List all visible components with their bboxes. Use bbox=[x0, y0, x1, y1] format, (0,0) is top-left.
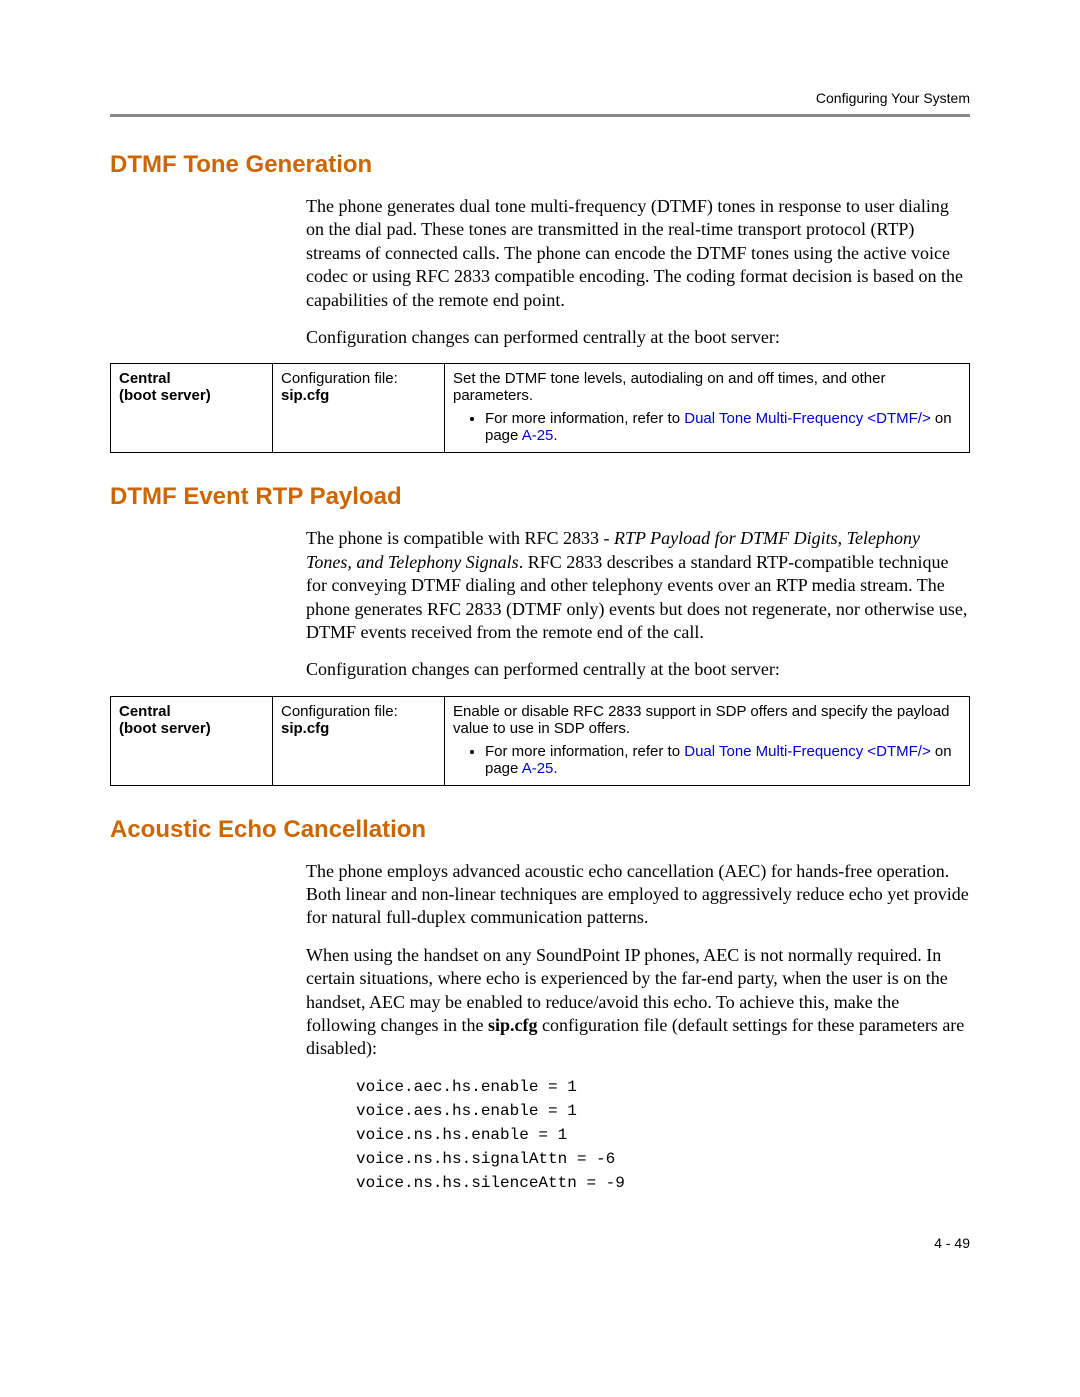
text: The phone is compatible with RFC 2833 - bbox=[306, 528, 614, 548]
label: Central bbox=[119, 703, 171, 720]
list-item: For more information, refer to Dual Tone… bbox=[485, 743, 961, 777]
label: Configuration file: bbox=[281, 370, 398, 387]
label: (boot server) bbox=[119, 720, 211, 737]
paragraph: The phone employs advanced acoustic echo… bbox=[306, 860, 970, 930]
text: . bbox=[553, 760, 557, 777]
cell-desc: Enable or disable RFC 2833 support in SD… bbox=[445, 696, 970, 785]
label: sip.cfg bbox=[281, 387, 329, 404]
paragraph: Configuration changes can performed cent… bbox=[306, 658, 970, 681]
body-aec: The phone employs advanced acoustic echo… bbox=[306, 860, 970, 1195]
paragraph: Configuration changes can performed cent… bbox=[306, 326, 970, 349]
text: For more information, refer to bbox=[485, 743, 684, 760]
link-dtmf-ref[interactable]: Dual Tone Multi-Frequency <DTMF/> bbox=[684, 743, 930, 760]
cell-scope: Central(boot server) bbox=[111, 696, 273, 785]
header-rule bbox=[110, 114, 970, 117]
link-page-ref[interactable]: A-25 bbox=[522, 760, 554, 777]
body-dtmf-generation: The phone generates dual tone multi-freq… bbox=[306, 195, 970, 349]
table-row: Central(boot server) Configuration file:… bbox=[111, 364, 970, 453]
paragraph: The phone generates dual tone multi-freq… bbox=[306, 195, 970, 312]
heading-dtmf-rtp: DTMF Event RTP Payload bbox=[110, 483, 970, 511]
label: Configuration file: bbox=[281, 703, 398, 720]
text: For more information, refer to bbox=[485, 410, 684, 427]
running-header: Configuring Your System bbox=[110, 90, 970, 106]
table-dtmf-rtp: Central(boot server) Configuration file:… bbox=[110, 696, 970, 786]
paragraph: The phone is compatible with RFC 2833 - … bbox=[306, 527, 970, 644]
label: sip.cfg bbox=[281, 720, 329, 737]
cell-scope: Central(boot server) bbox=[111, 364, 273, 453]
bullet-list: For more information, refer to Dual Tone… bbox=[453, 743, 961, 777]
bullet-list: For more information, refer to Dual Tone… bbox=[453, 410, 961, 444]
text: Set the DTMF tone levels, autodialing on… bbox=[453, 370, 885, 404]
text: Enable or disable RFC 2833 support in SD… bbox=[453, 703, 949, 737]
list-item: For more information, refer to Dual Tone… bbox=[485, 410, 961, 444]
body-dtmf-rtp: The phone is compatible with RFC 2833 - … bbox=[306, 527, 970, 681]
link-page-ref[interactable]: A-25 bbox=[522, 427, 554, 444]
text: . bbox=[553, 427, 557, 444]
table-row: Central(boot server) Configuration file:… bbox=[111, 696, 970, 785]
link-dtmf-ref[interactable]: Dual Tone Multi-Frequency <DTMF/> bbox=[684, 410, 930, 427]
page-number: 4 - 49 bbox=[110, 1235, 970, 1251]
label: (boot server) bbox=[119, 387, 211, 404]
cell-file: Configuration file:sip.cfg bbox=[273, 696, 445, 785]
cell-desc: Set the DTMF tone levels, autodialing on… bbox=[445, 364, 970, 453]
cell-file: Configuration file:sip.cfg bbox=[273, 364, 445, 453]
label: Central bbox=[119, 370, 171, 387]
heading-aec: Acoustic Echo Cancellation bbox=[110, 816, 970, 844]
page: Configuring Your System DTMF Tone Genera… bbox=[0, 0, 1080, 1311]
paragraph: When using the handset on any SoundPoint… bbox=[306, 944, 970, 1061]
filename: sip.cfg bbox=[488, 1015, 538, 1035]
heading-dtmf-generation: DTMF Tone Generation bbox=[110, 151, 970, 179]
code-block: voice.aec.hs.enable = 1 voice.aes.hs.ena… bbox=[356, 1075, 970, 1195]
table-dtmf-generation: Central(boot server) Configuration file:… bbox=[110, 363, 970, 453]
